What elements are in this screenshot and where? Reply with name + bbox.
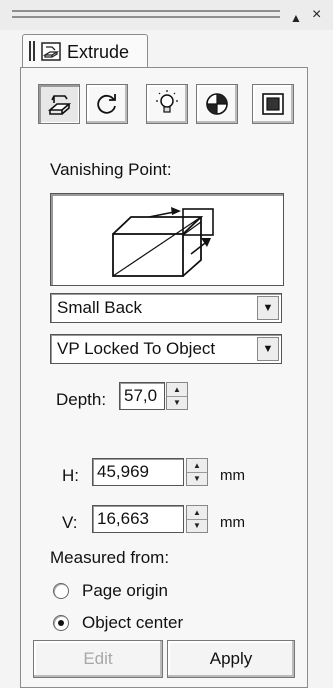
drag-grip [12,10,280,12]
page-origin-radio[interactable] [53,583,69,599]
v-unit: mm [220,514,245,531]
rotate-icon [97,94,116,114]
docker-title-bar[interactable]: ▲ × [0,0,333,30]
depth-label: Depth: [56,390,107,409]
lighting-bulb-icon [156,90,178,113]
measured-from-label: Measured from: [50,548,170,567]
color-button[interactable] [196,84,238,124]
v-label: V: [62,513,78,532]
spin-up-icon[interactable]: ▲ [187,459,207,473]
spin-down-icon[interactable]: ▼ [187,472,207,485]
vanishing-point-preview [50,193,284,286]
extrude-shape-button[interactable] [38,84,80,124]
bevel-button[interactable] [252,84,294,124]
close-icon[interactable]: × [312,5,321,25]
lighting-button[interactable] [146,84,188,124]
h-spinner[interactable]: ▲ ▼ [186,458,208,486]
rotate-button[interactable] [86,84,128,124]
extrude-shape-icon [47,95,72,115]
vanishing-point-lock-value: VP Locked To Object [57,339,216,358]
vanishing-point-lock-select[interactable]: VP Locked To Object ▼ [50,334,282,364]
radio-selected-dot [58,620,64,626]
h-value: 45,969 [97,462,149,481]
edit-button[interactable]: Edit [33,640,163,678]
pin-arrow-icon[interactable]: ▲ [290,8,302,28]
vanishing-point-label: Vanishing Point: [50,160,172,179]
color-wheel-icon [206,93,228,115]
h-label: H: [62,466,79,485]
h-unit: mm [220,467,245,484]
spin-down-icon[interactable]: ▼ [167,396,187,409]
spin-up-icon[interactable]: ▲ [187,506,207,520]
object-center-label[interactable]: Object center [82,613,183,633]
tab-label: Extrude [67,42,130,62]
v-input[interactable]: 16,663 [92,505,184,533]
spin-up-icon[interactable]: ▲ [167,383,187,397]
tab-extrude[interactable]: Extrude [22,34,148,68]
tab-grip-icon [29,41,35,61]
depth-value: 57,0 [124,386,158,405]
apply-button[interactable]: Apply [167,640,295,678]
bevel-square-icon [262,93,284,115]
spin-down-icon[interactable]: ▼ [187,519,207,532]
chevron-down-icon[interactable]: ▼ [257,337,279,361]
v-value: 16,663 [97,509,149,528]
extrusion-preview-graphic [112,207,214,277]
drag-grip [12,16,280,18]
depth-spinner[interactable]: ▲ ▼ [166,382,188,410]
depth-input[interactable]: 57,0 [119,382,165,410]
h-input[interactable]: 45,969 [92,458,184,486]
v-spinner[interactable]: ▲ ▼ [186,505,208,533]
object-center-radio[interactable] [53,615,69,631]
chevron-down-icon[interactable]: ▼ [257,296,279,320]
vanishing-point-type-value: Small Back [57,298,143,317]
page-origin-label[interactable]: Page origin [82,581,168,601]
extrude-docker-icon [41,42,61,61]
vanishing-point-type-select[interactable]: Small Back ▼ [50,293,282,323]
